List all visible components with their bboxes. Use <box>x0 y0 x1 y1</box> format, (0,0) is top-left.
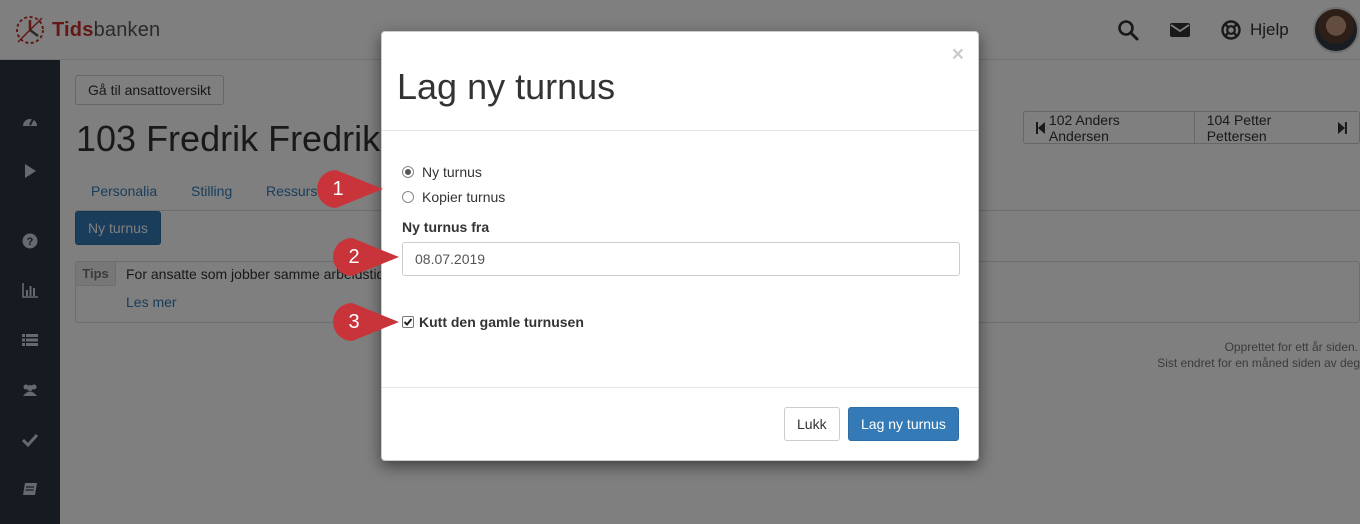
close-icon[interactable]: × <box>952 43 964 67</box>
cut-old-shift-label: Kutt den gamle turnusen <box>419 314 584 330</box>
radio-button-checked[interactable] <box>402 166 414 178</box>
modal-footer: Lukk Lag ny turnus <box>382 387 978 461</box>
step-marker-1: 1 <box>313 168 385 210</box>
step-number-3: 3 <box>348 310 360 333</box>
modal-title: Lag ny turnus <box>397 66 616 107</box>
radio-button[interactable] <box>402 191 414 203</box>
radio-new-shift-label: Ny turnus <box>422 164 482 180</box>
create-shift-button[interactable]: Lag ny turnus <box>848 407 959 441</box>
start-date-input[interactable]: 08.07.2019 <box>402 242 960 276</box>
close-button[interactable]: Lukk <box>784 407 840 441</box>
step-number-1: 1 <box>332 177 344 200</box>
step-marker-3: 3 <box>329 301 401 343</box>
cut-old-shift-checkbox[interactable] <box>402 316 414 328</box>
date-field-label: Ny turnus fra <box>402 219 490 235</box>
modal-header: Lag ny turnus × <box>382 32 978 131</box>
new-shift-modal: Lag ny turnus × Ny turnus Kopier turnus … <box>381 31 979 461</box>
radio-copy-shift[interactable]: Kopier turnus <box>402 189 505 205</box>
step-number-2: 2 <box>348 245 360 268</box>
radio-copy-shift-label: Kopier turnus <box>422 189 506 205</box>
step-marker-2: 2 <box>329 236 401 278</box>
radio-new-shift[interactable]: Ny turnus <box>402 164 482 180</box>
checkmark-icon <box>403 318 413 326</box>
cut-old-shift-checkbox-row[interactable]: Kutt den gamle turnusen <box>402 314 584 330</box>
